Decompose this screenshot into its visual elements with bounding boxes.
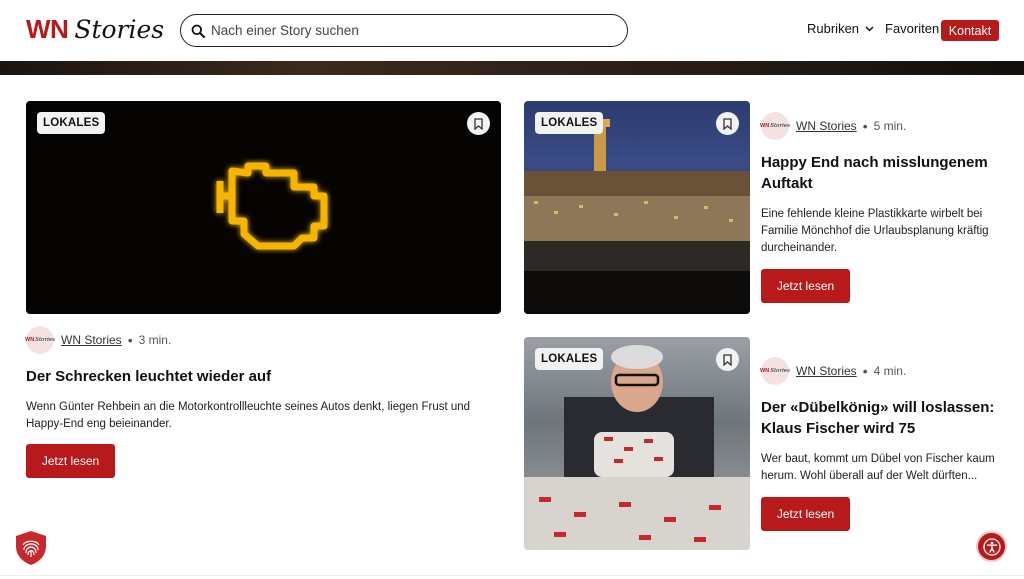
accessibility-icon (982, 537, 1001, 556)
article-image-florence[interactable]: LOKALES (524, 101, 750, 314)
accessibility-button[interactable] (976, 531, 1007, 562)
bookmark-button[interactable] (467, 112, 490, 135)
site-logo[interactable]: WN Stories (26, 14, 164, 46)
article-image-engine-light[interactable]: LOKALES (26, 101, 501, 314)
nav-favoriten[interactable]: Favoriten (885, 21, 939, 36)
fingerprint-shield-icon (16, 531, 46, 565)
meta-separator: • (127, 332, 133, 348)
source-link[interactable]: WN Stories (796, 364, 857, 378)
source-avatar: WN Stories (760, 112, 790, 140)
article-description: Wenn Günter Rehbein an die Motorkontroll… (26, 401, 471, 430)
article-description: Eine fehlende kleine Plastikkarte wirbel… (761, 208, 989, 254)
category-badge[interactable]: LOKALES (535, 348, 604, 370)
article-meta: WN Stories WN Stories • 3 min. (25, 326, 172, 354)
avatar-stories: Stories (35, 337, 55, 343)
privacy-shield-button[interactable] (14, 530, 48, 566)
article-meta: WN Stories WN Stories • 5 min. (760, 112, 907, 140)
search-icon (191, 24, 205, 38)
source-link[interactable]: WN Stories (796, 119, 857, 133)
kontakt-button[interactable]: Kontakt (941, 20, 999, 41)
category-badge[interactable]: LOKALES (535, 112, 604, 134)
avatar-wn: WN (760, 368, 770, 374)
bookmark-button[interactable] (716, 348, 739, 371)
source-link[interactable]: WN Stories (61, 333, 122, 347)
hero-image-strip (0, 61, 1024, 75)
logo-wn: WN (26, 14, 69, 44)
article-title[interactable]: Happy End nach misslungenem Auftakt (761, 152, 1001, 194)
article-image-duebel[interactable]: LOKALES (524, 337, 750, 550)
read-time: 4 min. (873, 364, 907, 378)
avatar-stories: Stories (770, 368, 790, 374)
category-badge[interactable]: LOKALES (37, 112, 106, 134)
source-avatar: WN Stories (25, 326, 55, 354)
search-bar[interactable] (180, 14, 628, 47)
read-more-button[interactable]: Jetzt lesen (26, 444, 115, 478)
read-more-button[interactable]: Jetzt lesen (761, 269, 850, 303)
read-more-button[interactable]: Jetzt lesen (761, 497, 850, 531)
source-avatar: WN Stories (760, 357, 790, 385)
page-divider (0, 575, 1024, 576)
avatar-wn: WN (760, 123, 770, 129)
read-time: 5 min. (873, 119, 907, 133)
bookmark-icon (474, 117, 483, 130)
bookmark-icon (723, 117, 732, 130)
read-time: 3 min. (138, 333, 172, 347)
nav-rubriken[interactable]: Rubriken (807, 21, 874, 36)
search-input[interactable] (211, 23, 611, 38)
bookmark-icon (723, 353, 732, 366)
logo-stories: Stories (74, 15, 165, 44)
article-title[interactable]: Der Schrecken leuchtet wieder auf (26, 366, 496, 387)
article-title[interactable]: Der «Dübelkönig» will loslassen: Klaus F… (761, 397, 1001, 439)
avatar-stories: Stories (770, 123, 790, 129)
chevron-down-icon (865, 25, 874, 32)
article-meta: WN Stories WN Stories • 4 min. (760, 357, 907, 385)
avatar-wn: WN (25, 337, 35, 343)
meta-separator: • (862, 118, 868, 134)
article-description: Wer baut, kommt um Dübel von Fischer kau… (761, 453, 995, 482)
meta-separator: • (862, 363, 868, 379)
site-header: WN Stories Rubriken Favoriten Kontakt (0, 0, 1024, 61)
bookmark-button[interactable] (716, 112, 739, 135)
nav-rubriken-label: Rubriken (807, 21, 860, 36)
